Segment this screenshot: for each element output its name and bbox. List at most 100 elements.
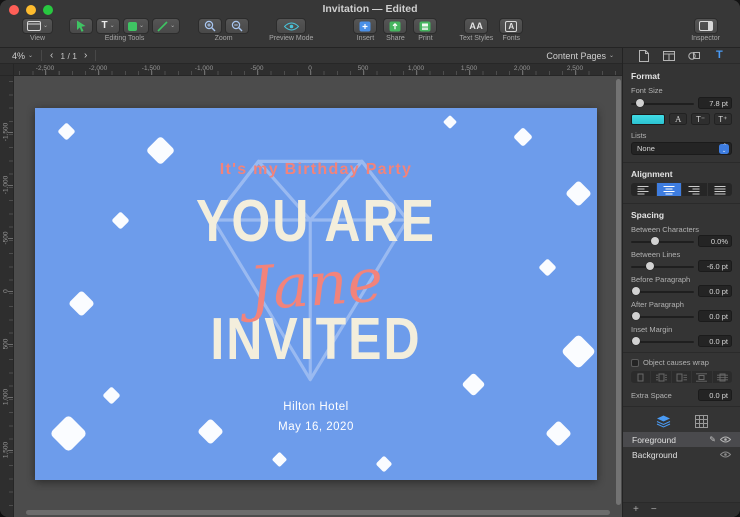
- spacing-value-field[interactable]: -6.0 pt: [698, 260, 732, 272]
- wrap-both-sides-button[interactable]: [651, 371, 671, 383]
- wrap-above-below-button[interactable]: [692, 371, 712, 383]
- card-venue[interactable]: Hilton Hotel: [35, 401, 597, 413]
- align-right-button[interactable]: [682, 183, 707, 196]
- spacing-slider[interactable]: [631, 237, 694, 246]
- close-window-button[interactable]: [9, 5, 19, 15]
- grid-tab[interactable]: [694, 415, 708, 428]
- ruler-tick: [8, 397, 13, 398]
- chevron-down-icon: ⌄: [170, 23, 176, 29]
- font-size-field[interactable]: 7.8 pt: [698, 97, 732, 109]
- extra-space-field[interactable]: 0.0 pt: [698, 389, 732, 401]
- line-tool-button[interactable]: ⌄: [152, 18, 181, 34]
- add-layer-button[interactable]: +: [633, 505, 639, 515]
- slider-thumb[interactable]: [636, 99, 645, 107]
- spacing-value-field[interactable]: 0.0 pt: [698, 335, 732, 347]
- preview-mode-button[interactable]: [276, 18, 307, 34]
- shape-tool-button[interactable]: ⌄: [123, 18, 150, 34]
- toolbar-group-label: Insert: [356, 35, 375, 42]
- slider-thumb[interactable]: [632, 337, 641, 345]
- next-page-button[interactable]: ›: [84, 50, 87, 61]
- share-button[interactable]: [383, 18, 408, 34]
- increase-size-button[interactable]: T⁺: [713, 113, 732, 125]
- decrease-size-button[interactable]: T⁻: [691, 113, 710, 125]
- slider-thumb[interactable]: [632, 312, 641, 320]
- visibility-icon[interactable]: [720, 436, 731, 443]
- remove-layer-button[interactable]: −: [651, 505, 657, 515]
- spacing-slider[interactable]: [631, 337, 694, 346]
- layers-tab[interactable]: [656, 415, 671, 428]
- visibility-icon[interactable]: [720, 451, 731, 458]
- slider-thumb[interactable]: [650, 237, 659, 245]
- section-divider: [623, 203, 740, 204]
- edit-layer-icon[interactable]: ✎: [709, 435, 716, 444]
- document-area: 4% ⌄ ‹ 1 / 1 › Content Pages ⌄ -2,500 -2,…: [0, 48, 622, 517]
- text-tool-button[interactable]: T ⌄: [96, 18, 121, 34]
- invitation-card[interactable]: It's my Birthday Party YOU ARE Jane INVI…: [35, 108, 597, 480]
- card-subtitle[interactable]: It's my Birthday Party: [35, 161, 597, 179]
- spacing-value-field[interactable]: 0.0 pt: [698, 285, 732, 297]
- font-size-slider[interactable]: [631, 99, 694, 108]
- toolbar-group-label: Share: [386, 35, 405, 42]
- insert-button[interactable]: [353, 18, 378, 34]
- previous-page-button[interactable]: ‹: [50, 50, 53, 61]
- zoom-window-button[interactable]: [43, 5, 53, 15]
- align-justify-button[interactable]: [707, 183, 732, 196]
- spacing-slider[interactable]: [631, 262, 694, 271]
- object-causes-wrap-checkbox[interactable]: [631, 358, 639, 367]
- slider-thumb[interactable]: [632, 287, 641, 295]
- text-color-swatch[interactable]: [631, 113, 665, 125]
- chevron-down-icon: ⌄: [109, 23, 115, 29]
- font-size-label: Font Size: [631, 86, 663, 95]
- object-inspector-tab[interactable]: [684, 49, 704, 63]
- layer-row-foreground[interactable]: Foreground ✎: [623, 432, 740, 447]
- wrap-mode-controls: [631, 371, 733, 383]
- print-button[interactable]: [413, 18, 438, 34]
- horizontal-scrollbar[interactable]: [26, 510, 610, 515]
- slider-thumb[interactable]: [645, 262, 654, 270]
- toolbar-group-label: Inspector: [691, 35, 720, 42]
- spacing-slider[interactable]: [631, 312, 694, 321]
- zoom-in-button[interactable]: [198, 18, 223, 34]
- spacing-value-field[interactable]: 0.0%: [698, 235, 732, 247]
- section-divider: [623, 162, 740, 163]
- content-pages-dropdown[interactable]: Content Pages ⌄: [546, 51, 614, 61]
- spacing-value-field[interactable]: 0.0 pt: [698, 310, 732, 322]
- wrap-both-sides-icon: [655, 373, 667, 381]
- font-panel-button[interactable]: A: [669, 113, 688, 125]
- spacing-slider[interactable]: [631, 287, 694, 296]
- wrap-none-button[interactable]: [631, 371, 651, 383]
- text-inspector-tab[interactable]: T: [709, 49, 729, 63]
- ruler-row: -2,500 -2,000 -1,500 -1,000 -500 0 500 1,000 1,5…: [0, 64, 622, 76]
- zoom-level-dropdown[interactable]: 4% ⌄: [8, 51, 37, 61]
- spacing-row: -6.0 pt: [631, 260, 732, 272]
- align-left-button[interactable]: [631, 183, 656, 196]
- fonts-button[interactable]: A: [499, 18, 524, 34]
- text-inspector-icon: T: [716, 49, 723, 61]
- diamond-decoration: [461, 372, 486, 397]
- toolbar-group-text-styles: AA Text Styles: [459, 18, 493, 42]
- wrap-through-button[interactable]: [712, 371, 733, 383]
- lists-value: None: [637, 144, 655, 153]
- vertical-ruler: -1,500 -1,000 -500 0 500 1,000 1,500: [0, 76, 14, 517]
- view-options-button[interactable]: ⌄: [22, 18, 54, 34]
- toolbar-group-editing-tools: T ⌄ ⌄ ⌄ Editing Tools: [69, 18, 181, 42]
- toolbar-group-zoom: Zoom: [198, 18, 250, 42]
- canvas[interactable]: It's my Birthday Party YOU ARE Jane INVI…: [14, 76, 622, 517]
- wrap-right-button[interactable]: [671, 371, 692, 383]
- inspector-toggle-button[interactable]: [693, 18, 718, 34]
- layer-name: Background: [632, 449, 678, 460]
- toolbar-group-label: Preview Mode: [269, 35, 314, 42]
- lists-dropdown[interactable]: None ⌃ ⌄: [631, 142, 732, 155]
- minimize-window-button[interactable]: [26, 5, 36, 15]
- document-inspector-tab[interactable]: [634, 49, 654, 63]
- zoom-out-button[interactable]: [225, 18, 250, 34]
- align-center-button[interactable]: [656, 183, 681, 196]
- vertical-scrollbar[interactable]: [616, 79, 621, 505]
- spacing-rows: Between Characters 0.0% Between Lines -6.0 …: [631, 222, 732, 348]
- pointer-tool-button[interactable]: [69, 18, 94, 34]
- layer-row-background[interactable]: Background: [623, 447, 740, 462]
- lists-label: Lists: [631, 131, 647, 140]
- layout-inspector-tab[interactable]: [659, 49, 679, 63]
- text-styles-button[interactable]: AA: [464, 18, 489, 34]
- card-date[interactable]: May 16, 2020: [35, 421, 597, 433]
